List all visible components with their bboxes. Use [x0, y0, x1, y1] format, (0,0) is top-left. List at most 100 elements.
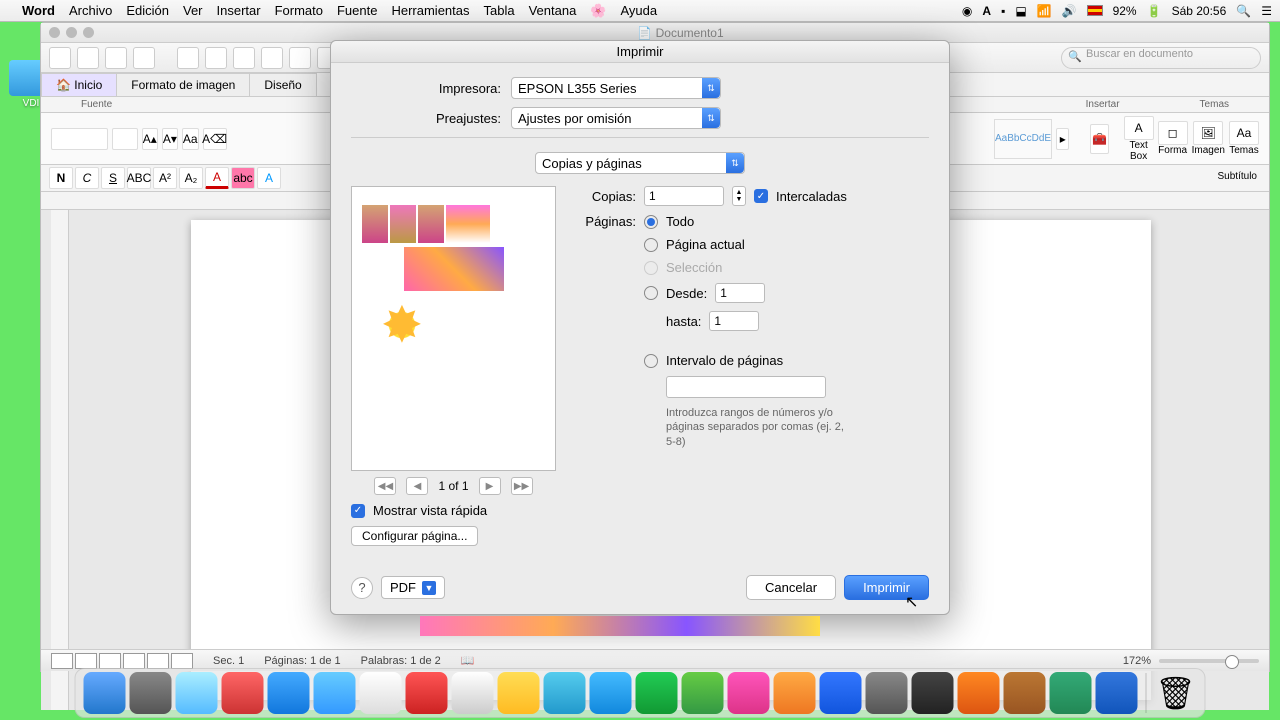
- input-source-icon[interactable]: [1087, 5, 1103, 16]
- grow-font-button[interactable]: A▴: [142, 128, 158, 150]
- styles-more-button[interactable]: ▸: [1056, 128, 1069, 150]
- dock-calendar[interactable]: [360, 672, 402, 714]
- dock-safari[interactable]: [130, 672, 172, 714]
- page-setup-button[interactable]: Configurar página...: [351, 526, 478, 546]
- dock-contacts[interactable]: [682, 672, 724, 714]
- zoom-button[interactable]: [83, 27, 94, 38]
- new-doc-button[interactable]: [49, 47, 71, 69]
- menu-tabla[interactable]: Tabla: [484, 3, 515, 18]
- undo-button[interactable]: [289, 47, 311, 69]
- quick-preview-checkbox[interactable]: [351, 504, 365, 518]
- view-outline-button[interactable]: [75, 653, 97, 669]
- presets-select[interactable]: Ajustes por omisión⇅: [511, 107, 721, 129]
- search-input[interactable]: Buscar en documento: [1061, 47, 1261, 69]
- help-button[interactable]: ?: [351, 577, 373, 599]
- clock[interactable]: Sáb 20:56: [1172, 4, 1227, 18]
- menu-herramientas[interactable]: Herramientas: [391, 3, 469, 18]
- view-print-button[interactable]: [123, 653, 145, 669]
- view-draft-button[interactable]: [51, 653, 73, 669]
- view-notebook-button[interactable]: [147, 653, 169, 669]
- menu-ver[interactable]: Ver: [183, 3, 203, 18]
- dock-appstore[interactable]: [820, 672, 862, 714]
- menu-formato[interactable]: Formato: [275, 3, 323, 18]
- print-button[interactable]: Imprimir: [844, 575, 929, 600]
- dock-notes[interactable]: [452, 672, 494, 714]
- menu-fuente[interactable]: Fuente: [337, 3, 377, 18]
- dock-settings[interactable]: [866, 672, 908, 714]
- menu-ventana[interactable]: Ventana: [529, 3, 577, 18]
- toolbox-button[interactable]: 🧰: [1090, 124, 1110, 154]
- print-button[interactable]: [133, 47, 155, 69]
- preview-last-button[interactable]: ▶▶: [511, 477, 533, 495]
- volume-icon[interactable]: 🔊: [1062, 4, 1077, 18]
- tab-inicio[interactable]: 🏠 Inicio: [41, 73, 117, 96]
- underline-button[interactable]: S: [101, 167, 125, 189]
- view-focus-button[interactable]: [171, 653, 193, 669]
- shrink-font-button[interactable]: A▾: [162, 128, 178, 150]
- to-input[interactable]: [709, 311, 759, 331]
- superscript-button[interactable]: A²: [153, 167, 177, 189]
- dock-safari2[interactable]: [268, 672, 310, 714]
- change-case-button[interactable]: Aa: [182, 128, 199, 150]
- menu-edicion[interactable]: Edición: [126, 3, 169, 18]
- font-size-select[interactable]: [112, 128, 138, 150]
- insert-image-button[interactable]: 🖼Imagen: [1192, 121, 1225, 156]
- cloud-icon[interactable]: 🌸: [590, 3, 606, 19]
- app-menu[interactable]: Word: [22, 3, 55, 18]
- preview-first-button[interactable]: ◀◀: [374, 477, 396, 495]
- menu-ayuda[interactable]: Ayuda: [620, 3, 657, 18]
- format-painter-button[interactable]: [261, 47, 283, 69]
- vertical-ruler[interactable]: [51, 210, 69, 710]
- zoom-slider[interactable]: [1159, 659, 1259, 663]
- copy-button[interactable]: [205, 47, 227, 69]
- status-icon[interactable]: ▪: [1001, 4, 1005, 18]
- dock-excel[interactable]: [1050, 672, 1092, 714]
- highlight-button[interactable]: abc: [231, 167, 255, 189]
- radio-from[interactable]: [644, 286, 658, 300]
- minimize-button[interactable]: [66, 27, 77, 38]
- dock-word[interactable]: [1096, 672, 1138, 714]
- insert-textbox-button[interactable]: AText Box: [1124, 116, 1154, 162]
- copies-stepper[interactable]: ▲▼: [732, 186, 746, 206]
- printer-select[interactable]: EPSON L355 Series⇅: [511, 77, 721, 99]
- dropbox-icon[interactable]: ⬓: [1015, 4, 1026, 18]
- from-input[interactable]: [715, 283, 765, 303]
- preview-next-button[interactable]: ▶: [479, 477, 501, 495]
- style-sample[interactable]: AaBbCcDdE: [994, 119, 1052, 159]
- screenrec-icon[interactable]: ◉: [962, 4, 972, 18]
- dock-numbers[interactable]: [958, 672, 1000, 714]
- dock-facetime[interactable]: [636, 672, 678, 714]
- dock-trash[interactable]: 🗑: [1155, 672, 1197, 714]
- spotlight-icon[interactable]: 🔍: [1236, 4, 1251, 18]
- insert-shape-button[interactable]: ◻Forma: [1158, 121, 1188, 156]
- paste-button[interactable]: [233, 47, 255, 69]
- spellcheck-icon[interactable]: 📖: [461, 654, 475, 667]
- strike-button[interactable]: ABC: [127, 167, 151, 189]
- pdf-menu-button[interactable]: PDF▼: [381, 576, 445, 599]
- radio-current-page[interactable]: [644, 238, 658, 252]
- wifi-icon[interactable]: 📶: [1037, 4, 1052, 18]
- dock-photos[interactable]: [544, 672, 586, 714]
- dock-mail[interactable]: [222, 672, 264, 714]
- clear-format-button[interactable]: A⌫: [203, 128, 227, 150]
- font-name-select[interactable]: [51, 128, 108, 150]
- page-range-input[interactable]: [666, 376, 826, 398]
- cancel-button[interactable]: Cancelar: [746, 575, 836, 600]
- menubar[interactable]: Word Archivo Edición Ver Insertar Format…: [0, 0, 1280, 22]
- adobe-icon[interactable]: A: [982, 4, 991, 18]
- notifications-icon[interactable]: ☰: [1261, 4, 1272, 18]
- dock-terminal[interactable]: [912, 672, 954, 714]
- open-button[interactable]: [77, 47, 99, 69]
- close-button[interactable]: [49, 27, 60, 38]
- dock-reminders[interactable]: [406, 672, 448, 714]
- text-effects-button[interactable]: A: [257, 167, 281, 189]
- dock-launchpad[interactable]: [176, 672, 218, 714]
- menu-insertar[interactable]: Insertar: [217, 3, 261, 18]
- collated-checkbox[interactable]: [754, 189, 768, 203]
- dock-itunes[interactable]: [728, 672, 770, 714]
- radio-all[interactable]: [644, 215, 658, 229]
- copies-input[interactable]: [644, 186, 724, 206]
- dock-finder[interactable]: [84, 672, 126, 714]
- italic-button[interactable]: C: [75, 167, 99, 189]
- dock[interactable]: 🗑: [75, 668, 1206, 718]
